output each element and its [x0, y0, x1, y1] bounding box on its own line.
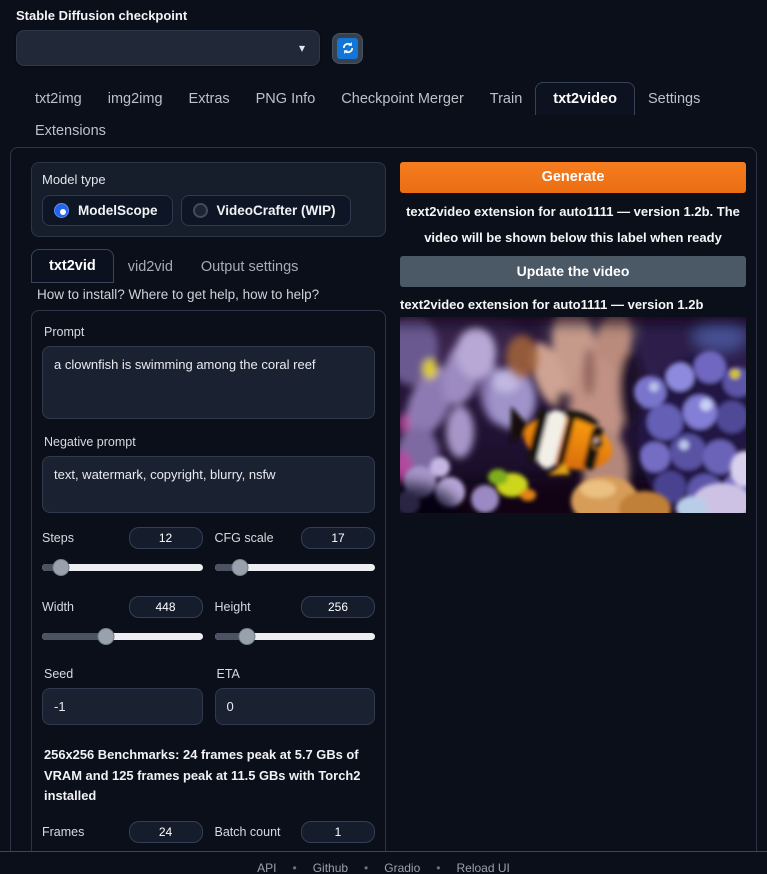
checkpoint-label: Stable Diffusion checkpoint [16, 8, 188, 23]
seed-input[interactable] [42, 688, 203, 725]
checkpoint-dropdown[interactable]: ▾ [16, 30, 320, 66]
slider-handle[interactable] [231, 559, 249, 576]
footer-link-reload-ui[interactable]: Reload UI [456, 861, 509, 874]
tab-png-info[interactable]: PNG Info [243, 83, 329, 115]
width-number-input[interactable] [128, 596, 203, 618]
tab-txt2img[interactable]: txt2img [22, 83, 95, 115]
frames-number-input[interactable] [128, 820, 203, 843]
refresh-icon [337, 37, 358, 59]
help-link[interactable]: How to install? Where to get help, how t… [37, 287, 386, 302]
txt2vid-form: Prompt a clownfish is swimming among the… [31, 310, 386, 874]
main-tab-bar: txt2img img2img Extras PNG Info Checkpoi… [0, 66, 767, 147]
sub-tab-bar: txt2vid vid2vid Output settings [31, 249, 386, 283]
checkpoint-header: Stable Diffusion checkpoint ▾ [0, 0, 767, 66]
seed-label: Seed [44, 667, 74, 681]
slider-handle[interactable] [97, 628, 115, 645]
width-label: Width [42, 600, 74, 614]
output-column: Generate text2video extension for auto11… [400, 162, 746, 845]
eta-label: ETA [216, 667, 240, 681]
footer-link-api[interactable]: API [257, 861, 276, 874]
tab-settings[interactable]: Settings [635, 83, 713, 115]
slider-fill [42, 633, 107, 640]
width-slider[interactable] [42, 627, 203, 645]
steps-slider[interactable] [42, 558, 203, 576]
footer: API • Github • Gradio • Reload UI [0, 851, 767, 874]
refresh-checkpoints-button[interactable] [332, 32, 363, 64]
generate-button[interactable]: Generate [400, 162, 746, 193]
model-type-label: Model type [42, 172, 106, 187]
tab-extensions[interactable]: Extensions [22, 115, 119, 147]
subtab-vid2vid[interactable]: vid2vid [114, 251, 187, 283]
cfg-slider[interactable] [214, 558, 375, 576]
prompt-input[interactable]: a clownfish is swimming among the coral … [42, 346, 375, 419]
negative-prompt-label: Negative prompt [44, 435, 136, 449]
batch-count-number-input[interactable] [301, 820, 375, 843]
slider-handle[interactable] [52, 559, 70, 576]
subtab-output-settings[interactable]: Output settings [187, 251, 313, 283]
settings-column: Model type ModelScope VideoCrafter (WIP)… [31, 162, 386, 874]
steps-number-input[interactable] [128, 527, 203, 549]
radio-unselected-icon [192, 203, 208, 218]
negative-prompt-input[interactable]: text, watermark, copyright, blurry, nsfw [42, 456, 375, 513]
tab-img2img[interactable]: img2img [95, 83, 176, 115]
txt2video-panel: Model type ModelScope VideoCrafter (WIP)… [10, 147, 757, 874]
status-text: text2video extension for auto1111 — vers… [406, 204, 740, 245]
frames-label: Frames [42, 824, 85, 839]
radio-videocrafter-label: VideoCrafter (WIP) [216, 203, 336, 218]
update-video-button[interactable]: Update the video [400, 256, 746, 287]
footer-link-gradio[interactable]: Gradio [384, 861, 420, 874]
cfg-label: CFG scale [214, 531, 274, 545]
chevron-down-icon: ▾ [298, 41, 305, 55]
radio-modelscope[interactable]: ModelScope [42, 195, 173, 226]
batch-count-label: Batch count [214, 824, 281, 839]
slider-handle[interactable] [238, 628, 256, 645]
footer-link-github[interactable]: Github [313, 861, 348, 874]
height-label: Height [214, 600, 251, 614]
tab-checkpoint-merger[interactable]: Checkpoint Merger [328, 83, 477, 115]
tab-train[interactable]: Train [477, 83, 536, 115]
video-preview[interactable] [400, 317, 746, 513]
prompt-label: Prompt [44, 325, 85, 339]
height-number-input[interactable] [301, 596, 375, 618]
footer-separator: • [292, 861, 297, 874]
height-slider[interactable] [214, 627, 375, 645]
model-type-block: Model type ModelScope VideoCrafter (WIP) [31, 162, 386, 237]
radio-modelscope-label: ModelScope [78, 203, 158, 218]
video-caption: text2video extension for auto1111 — vers… [400, 297, 704, 312]
benchmark-note: 256x256 Benchmarks: 24 frames peak at 5.… [44, 747, 361, 804]
eta-input[interactable] [214, 688, 375, 725]
footer-separator: • [364, 861, 369, 874]
footer-separator: • [436, 861, 441, 874]
tab-extras[interactable]: Extras [176, 83, 243, 115]
radio-selected-icon [54, 203, 69, 218]
steps-label: Steps [42, 531, 74, 545]
cfg-number-input[interactable] [301, 527, 375, 549]
radio-videocrafter[interactable]: VideoCrafter (WIP) [180, 195, 351, 226]
tab-txt2video[interactable]: txt2video [535, 82, 635, 115]
subtab-txt2vid[interactable]: txt2vid [31, 249, 114, 283]
